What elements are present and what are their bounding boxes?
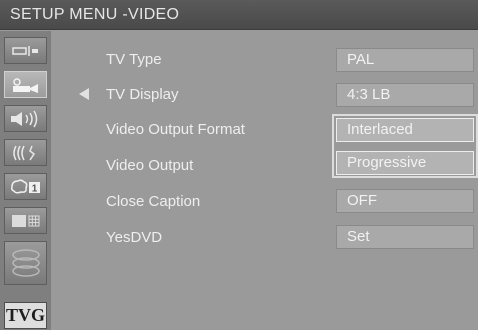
sidebar: 1 TVG [0,31,51,330]
language-badge: 1 [31,183,37,194]
selection-pointer-icon [79,88,89,100]
video-output-format-label: Video Output Format [106,121,245,138]
yesdvd-value[interactable]: Set [336,225,474,249]
sidebar-item-audio[interactable] [4,105,47,132]
option-interlaced[interactable]: Interlaced [336,118,474,142]
speaker-audio-icon [10,110,37,127]
tv-display-label: TV Display [106,86,179,103]
close-caption-label: Close Caption [106,193,201,210]
display-grid-icon [11,214,39,227]
menu-title: SETUP MENU -VIDEO [10,5,180,23]
tv-type-value[interactable]: PAL [336,48,474,72]
title-bar: SETUP MENU -VIDEO [0,0,478,30]
tvg-logo: TVG [4,302,47,329]
language-icon: 1 [10,178,40,194]
close-caption-value[interactable]: OFF [336,189,474,213]
option-progressive[interactable]: Progressive [336,151,474,175]
general-settings-icon [11,45,38,56]
sidebar-item-disc[interactable] [4,241,47,285]
sidebar-item-general[interactable] [4,37,47,64]
video-output-label: Video Output [106,157,194,174]
sidebar-item-dolby[interactable] [4,139,47,166]
dolby-sound-icon [12,145,35,160]
sidebar-item-video[interactable] [4,71,47,98]
disc-stack-icon [11,249,40,277]
tv-type-label: TV Type [106,51,162,68]
yesdvd-label: YesDVD [106,229,163,246]
tv-display-value[interactable]: 4:3 LB [336,83,474,107]
sidebar-item-display[interactable] [4,207,47,234]
video-camera-icon [12,77,38,93]
sidebar-item-language[interactable]: 1 [4,173,47,200]
setup-menu-screen: SETUP MENU -VIDEO 1 TVG TV Type PAL TV D… [0,0,478,330]
